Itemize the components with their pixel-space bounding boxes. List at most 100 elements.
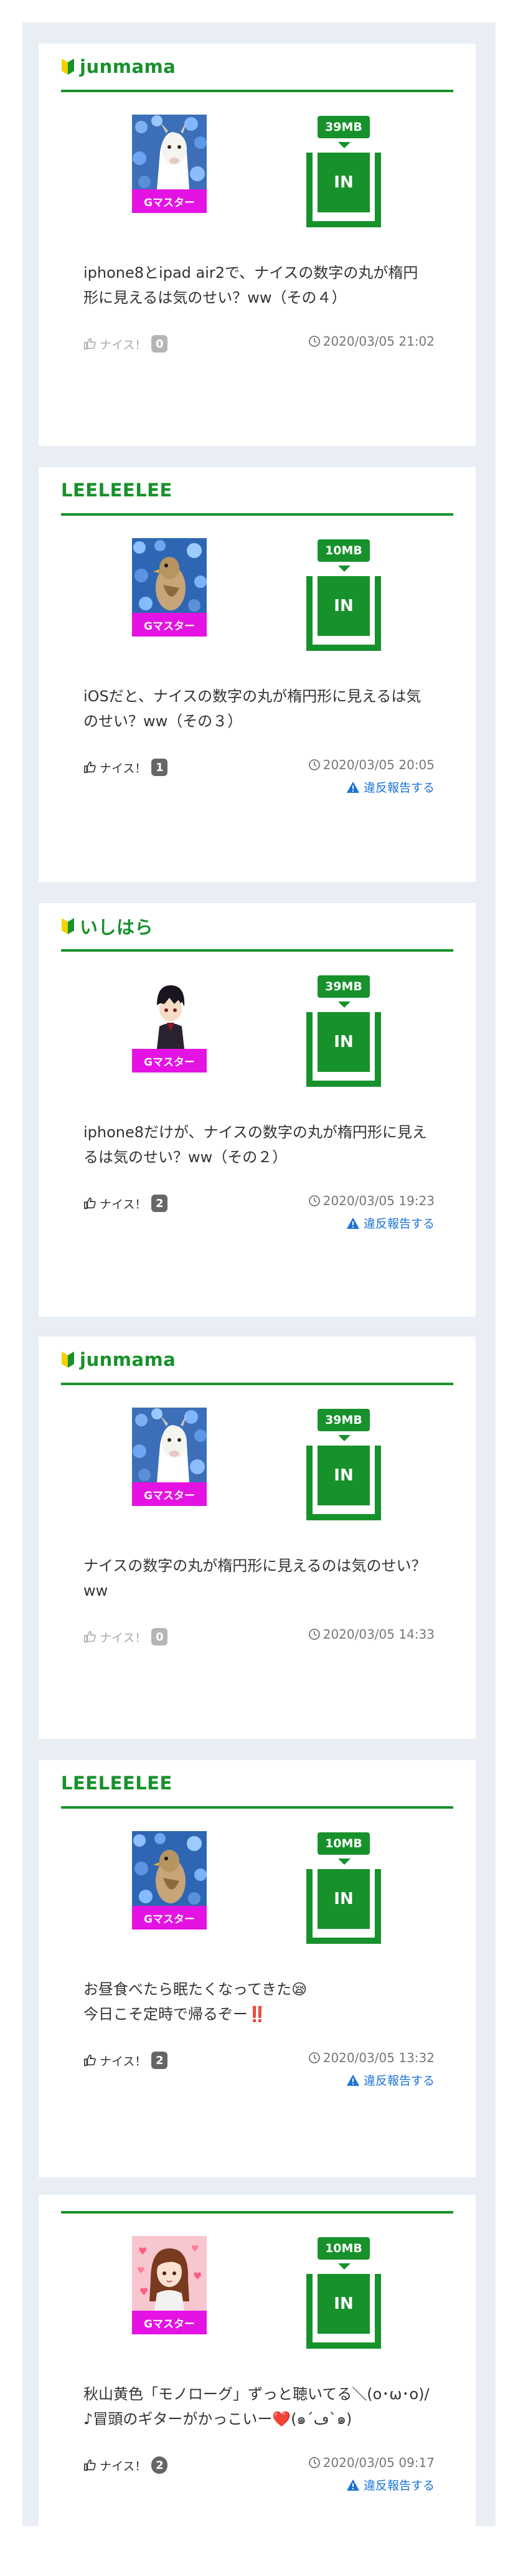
- in-box: IN: [306, 2274, 381, 2349]
- post-header: LEELEELEE: [61, 467, 453, 516]
- nice-button[interactable]: ナイス！ 2: [83, 2456, 168, 2474]
- avatar-goat-image: [132, 1408, 207, 1482]
- nice-button[interactable]: ナイス！ 0: [83, 1628, 168, 1646]
- nice-label: ナイス！: [100, 1197, 147, 1211]
- user-avatar[interactable]: Gマスター: [132, 1408, 207, 1507]
- post-message: iOSだと、ナイスの数字の丸が楕円形に見えるは気のせい？ww（その３）: [83, 688, 421, 730]
- post-timestamp: 2020/03/05 09:17: [308, 2455, 435, 2470]
- in-box: IN: [306, 153, 381, 227]
- svg-text:♥: ♥: [193, 2270, 202, 2282]
- in-box: IN: [306, 1012, 381, 1087]
- nice-button[interactable]: ナイス！ 1: [83, 759, 168, 776]
- post-timestamp: 2020/03/05 13:32: [308, 2050, 435, 2065]
- beginner-leaf-icon: [62, 1352, 74, 1368]
- nice-count: 0: [151, 1628, 168, 1646]
- size-arrow-icon: [338, 566, 351, 572]
- post-timestamp: 2020/03/05 20:05: [308, 757, 435, 772]
- post-header: [61, 2195, 453, 2214]
- timestamp-text: 2020/03/05 19:23: [323, 1193, 435, 1208]
- timestamp-text: 2020/03/05 09:17: [323, 2455, 435, 2470]
- nice-label: ナイス！: [100, 338, 147, 352]
- nice-count: 1: [151, 759, 168, 776]
- user-avatar[interactable]: Gマスター: [132, 538, 207, 638]
- post-message: iphone8とipad air2で、ナイスの数字の丸が楕円形に見えるは気のせい…: [83, 264, 418, 306]
- clock-icon: [308, 1195, 320, 1206]
- in-button[interactable]: IN: [318, 1446, 370, 1505]
- beginner-leaf-icon: [62, 59, 74, 75]
- avatar-anime-boy-image: [132, 974, 207, 1049]
- post-header: いしはら: [61, 903, 453, 952]
- nice-button[interactable]: ナイス！ 0: [83, 335, 168, 353]
- size-arrow-icon: [338, 1859, 351, 1865]
- size-arrow-icon: [338, 1002, 351, 1008]
- in-box: IN: [306, 576, 381, 651]
- post-message: iphone8だけが、ナイスの数字の丸が楕円形に見えるは気のせい？ww（その２）: [83, 1124, 427, 1166]
- report-label: 違反報告する: [363, 2074, 435, 2088]
- user-name-link[interactable]: LEELEELEE: [61, 480, 172, 501]
- post-card: いしはら Gマスター 39MB IN iphone8だけが、ナイスの数字の丸が楕…: [39, 903, 476, 1317]
- timestamp-text: 2020/03/05 20:05: [323, 757, 435, 772]
- post-header: junmama: [61, 44, 453, 92]
- post-card: LEELEELEE Gマスター 10MB: [39, 467, 476, 882]
- svg-text:♥: ♥: [191, 2244, 199, 2254]
- user-avatar[interactable]: Gマスター: [132, 1831, 207, 1931]
- svg-text:♥: ♥: [139, 2286, 148, 2298]
- clock-icon: [308, 759, 320, 770]
- thumbs-up-icon: [84, 2459, 96, 2471]
- rank-badge: Gマスター: [132, 1049, 207, 1073]
- in-button[interactable]: IN: [318, 153, 370, 212]
- post-card: ♥ ♥ ♥ ♥ ♥ Gマスター 10MB IN 秋山黄色「モノローグ」ずっと聴い…: [39, 2195, 476, 2576]
- report-link[interactable]: 違反報告する: [346, 779, 435, 795]
- post-header: LEELEELEE: [61, 1760, 453, 1809]
- report-link[interactable]: 違反報告する: [346, 2072, 435, 2088]
- nice-button[interactable]: ナイス！ 2: [83, 1195, 168, 1212]
- report-label: 違反報告する: [363, 781, 435, 795]
- in-button[interactable]: IN: [318, 1012, 370, 1072]
- report-label: 違反報告する: [363, 2479, 435, 2493]
- size-tag: 10MB: [318, 2237, 370, 2260]
- post-message: ナイスの数字の丸が楕円形に見えるのは気のせい？ww: [83, 1557, 426, 1599]
- in-button[interactable]: IN: [318, 1869, 370, 1929]
- rank-badge: Gマスター: [132, 2311, 207, 2334]
- rank-badge: Gマスター: [132, 189, 207, 213]
- thumbs-up-icon: [84, 1197, 96, 1210]
- user-name-link[interactable]: junmama: [80, 56, 176, 77]
- size-arrow-icon: [338, 142, 351, 148]
- svg-text:♥: ♥: [137, 2266, 145, 2276]
- in-button[interactable]: IN: [318, 2274, 370, 2334]
- in-box: IN: [306, 1446, 381, 1520]
- user-name-link[interactable]: junmama: [80, 1349, 176, 1370]
- report-label: 違反報告する: [363, 1217, 435, 1231]
- nice-label: ナイス！: [100, 2459, 147, 2473]
- timestamp-text: 2020/03/05 13:32: [323, 2050, 435, 2065]
- user-name-link[interactable]: LEELEELEE: [61, 1773, 172, 1794]
- post-card: junmama Gマスター 39MB: [39, 1337, 476, 1739]
- post-header: junmama: [61, 1337, 453, 1385]
- user-avatar[interactable]: Gマスター: [132, 974, 207, 1074]
- clock-icon: [308, 2457, 320, 2468]
- user-avatar[interactable]: Gマスター: [132, 115, 207, 214]
- user-avatar[interactable]: ♥ ♥ ♥ ♥ ♥ Gマスター: [132, 2236, 207, 2336]
- size-tag: 39MB: [318, 1409, 370, 1431]
- rank-badge: Gマスター: [132, 613, 207, 637]
- user-name-link[interactable]: いしはら: [80, 913, 153, 939]
- nice-button[interactable]: ナイス！ 2: [83, 2052, 168, 2069]
- post-card: LEELEELEE Gマスター 10MB: [39, 1760, 476, 2177]
- size-arrow-icon: [338, 1435, 351, 1441]
- nice-label: ナイス！: [100, 1631, 147, 1645]
- in-button[interactable]: IN: [318, 576, 370, 636]
- nice-label: ナイス！: [100, 2054, 147, 2068]
- warning-icon: [346, 781, 359, 793]
- nice-count: 2: [151, 2052, 168, 2069]
- in-box: IN: [306, 1869, 381, 1944]
- thumbs-up-icon: [84, 2054, 96, 2067]
- clock-icon: [308, 1629, 320, 1640]
- beginner-leaf-icon: [62, 918, 74, 934]
- report-link[interactable]: 違反報告する: [346, 2476, 435, 2493]
- warning-icon: [346, 2074, 359, 2086]
- report-link[interactable]: 違反報告する: [346, 1215, 435, 1231]
- nice-count: 2: [151, 2456, 168, 2474]
- clock-icon: [308, 336, 320, 347]
- thumbs-up-icon: [84, 761, 96, 774]
- size-tag: 39MB: [318, 116, 370, 138]
